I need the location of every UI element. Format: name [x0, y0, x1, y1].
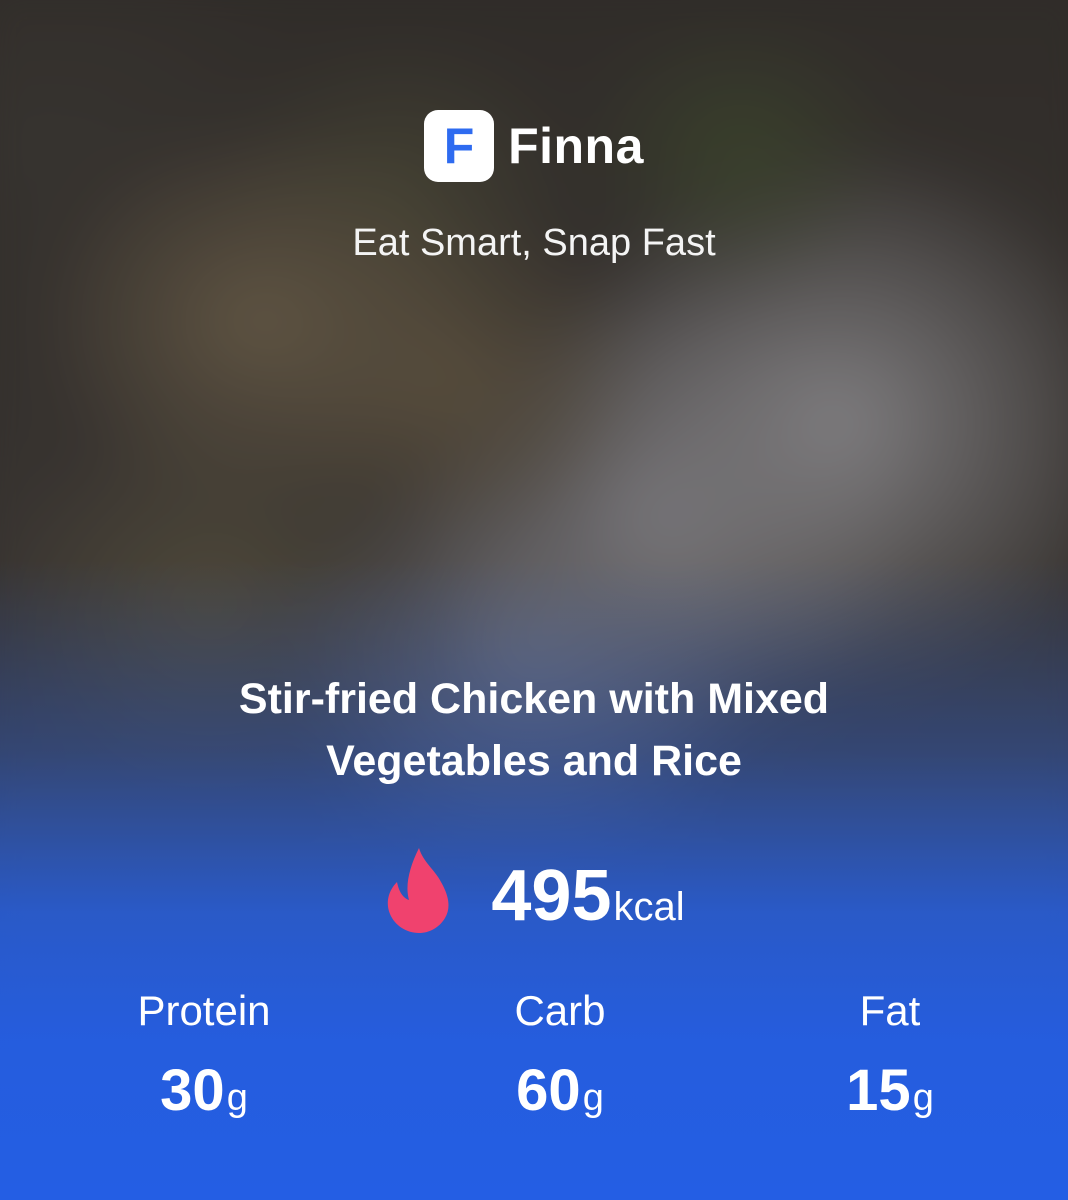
macro-value: 60 [516, 1058, 581, 1123]
logo-letter: F [443, 118, 475, 174]
macro-carb: Carb 60 g [430, 986, 690, 1124]
tagline: Eat Smart, Snap Fast [352, 222, 716, 264]
card-content: F Finna Eat Smart, Snap Fast Stir-fried … [0, 0, 1068, 1200]
brand-name: Finna [508, 118, 644, 174]
macro-label: Fat [859, 987, 921, 1034]
brand-header: F Finna [0, 110, 1068, 182]
macro-value-group: 60 g [430, 1058, 690, 1124]
macro-protein: Protein 30 g [74, 986, 334, 1124]
macro-label: Protein [137, 987, 271, 1034]
macro-unit: g [582, 1077, 604, 1119]
calorie-value: 495 [491, 856, 612, 936]
calorie-value-group: 495 kcal [491, 856, 684, 936]
meal-title: Stir-fried Chicken with Mixed Vegetables… [238, 675, 830, 785]
calorie-unit: kcal [613, 885, 685, 929]
calorie-summary: 495 kcal [0, 846, 1068, 936]
meal-share-card: F Finna Eat Smart, Snap Fast Stir-fried … [0, 0, 1068, 1200]
finna-logo-icon: F [424, 110, 495, 182]
macro-unit: g [226, 1077, 248, 1119]
macro-unit: g [912, 1077, 934, 1119]
macro-fat: Fat 15 g [760, 986, 1020, 1124]
macro-value: 30 [160, 1058, 225, 1123]
macro-value-group: 15 g [760, 1058, 1020, 1124]
macro-value: 15 [846, 1058, 911, 1123]
macro-value-group: 30 g [74, 1058, 334, 1124]
flame-icon [388, 848, 449, 933]
macro-label: Carb [514, 987, 606, 1034]
